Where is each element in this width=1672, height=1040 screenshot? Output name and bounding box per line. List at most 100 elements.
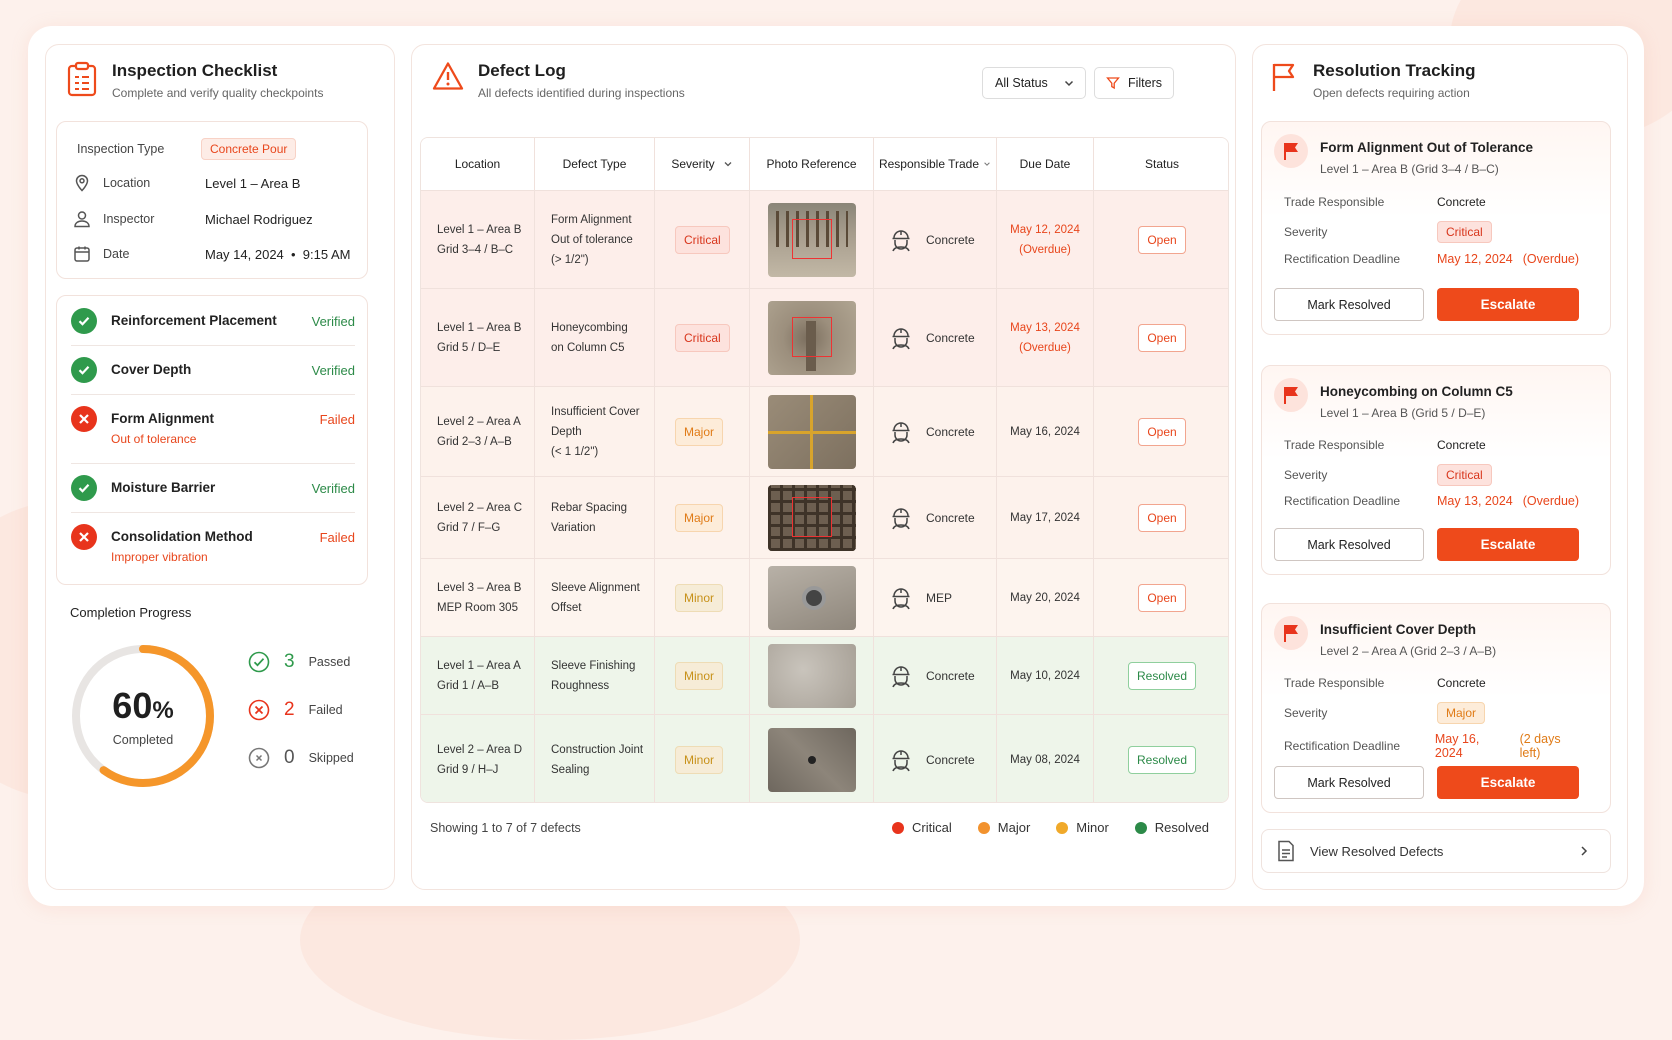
severity-badge: Major xyxy=(675,417,724,446)
row-defect-type: (> 1/2") xyxy=(551,253,589,266)
checklist-item[interactable]: Reinforcement Placement Verified xyxy=(71,308,355,334)
row-location-2: Grid 9 / H–J xyxy=(437,763,499,776)
inspection-info-card: Inspection Type Concrete Pour Location L… xyxy=(56,121,368,279)
x-circle-icon xyxy=(71,406,97,432)
user-icon xyxy=(74,211,90,228)
checklist-item[interactable]: Form Alignment Out of tolerance Failed xyxy=(71,406,355,446)
x-circle-icon xyxy=(71,524,97,550)
table-row[interactable]: Level 2 – Area D Grid 9 / H–J Constructio… xyxy=(421,714,1228,802)
deadline-note: (Overdue) xyxy=(1522,252,1580,266)
defect-photo-thumbnail[interactable] xyxy=(768,565,856,630)
item-status: Failed xyxy=(319,412,355,427)
check-circle-icon xyxy=(71,357,97,383)
defect-photo-thumbnail[interactable] xyxy=(768,484,856,551)
mark-resolved-button[interactable]: Mark Resolved xyxy=(1274,288,1424,321)
table-row[interactable]: Level 1 – Area B Grid 5 / D–E Honeycombin… xyxy=(421,288,1228,386)
document-list-icon xyxy=(1278,840,1294,862)
stat-skipped: 0 Skipped xyxy=(248,747,354,769)
col-defect-type[interactable]: Defect Type xyxy=(535,138,655,190)
table-row[interactable]: Level 2 – Area A Grid 2–3 / A–B Insuffici… xyxy=(421,386,1228,476)
completion-progress-title: Completion Progress xyxy=(70,605,192,620)
checklist-item[interactable]: Cover Depth Verified xyxy=(71,357,355,383)
defect-photo-thumbnail[interactable] xyxy=(768,643,856,708)
hardhat-worker-icon xyxy=(892,507,910,529)
check-circle-icon xyxy=(71,308,97,334)
row-location-2: Grid 3–4 / B–C xyxy=(437,243,514,256)
hardhat-worker-icon xyxy=(892,749,910,771)
legend-label: Major xyxy=(997,820,1031,835)
view-resolved-defects-link[interactable]: View Resolved Defects xyxy=(1261,829,1611,873)
red-flag-badge-icon xyxy=(1274,378,1308,412)
legend-major: Major xyxy=(977,820,1031,835)
hardhat-worker-icon xyxy=(892,587,910,609)
row-defect-type: (< 1 1/2") xyxy=(551,445,599,458)
failed-count: 2 xyxy=(284,699,295,720)
row-location-1: Level 2 – Area A xyxy=(437,415,521,428)
checklist-item[interactable]: Moisture Barrier Verified xyxy=(71,475,355,501)
item-note: Improper vibration xyxy=(111,550,208,564)
row-defect-type: Variation xyxy=(551,521,596,534)
info-row-inspector: Inspector Michael Rodriguez xyxy=(73,210,313,228)
row-defect-type: Form Alignment xyxy=(551,213,632,226)
resolution-header: Resolution Tracking Open defects requiri… xyxy=(1269,61,1475,100)
legend-dot xyxy=(977,821,990,834)
status-badge: Open xyxy=(1138,503,1186,532)
row-due-date: May 16, 2024 xyxy=(1010,425,1080,438)
row-due-date: May 17, 2024 xyxy=(1010,511,1080,524)
defect-photo-thumbnail[interactable] xyxy=(768,300,856,375)
deadline-label: Rectification Deadline xyxy=(1284,252,1401,266)
severity-label: Severity xyxy=(1284,225,1328,239)
defect-photo-thumbnail[interactable] xyxy=(768,202,856,277)
col-severity[interactable]: Severity xyxy=(655,138,750,190)
mark-resolved-button[interactable]: Mark Resolved xyxy=(1274,528,1424,561)
filters-button[interactable]: Filters xyxy=(1094,67,1174,99)
escalate-button[interactable]: Escalate xyxy=(1437,528,1579,561)
checklist-item[interactable]: Consolidation Method Improper vibration F… xyxy=(71,524,355,564)
info-row-location: Location Level 1 – Area B xyxy=(73,174,300,192)
status-filter-select[interactable]: All Status xyxy=(982,67,1086,99)
row-defect-type: Out of tolerance xyxy=(551,233,633,246)
table-row[interactable]: Level 3 – Area B MEP Room 305 Sleeve Alig… xyxy=(421,558,1228,636)
table-row[interactable]: Level 1 – Area B Grid 3–4 / B–C Form Alig… xyxy=(421,190,1228,288)
check-outline-icon xyxy=(248,651,270,673)
trade-label: Trade Responsible xyxy=(1284,438,1385,452)
deadline-value: May 16, 2024 xyxy=(1434,732,1480,760)
col-due-date[interactable]: Due Date xyxy=(997,138,1094,190)
row-trade: Concrete xyxy=(926,330,975,345)
card-location: Level 1 – Area B (Grid 3–4 / B–C) xyxy=(1320,162,1499,176)
escalate-button[interactable]: Escalate xyxy=(1437,288,1579,321)
table-row[interactable]: Level 2 – Area C Grid 7 / F–G Rebar Spaci… xyxy=(421,476,1228,558)
trade-value: Concrete xyxy=(1437,438,1486,452)
col-status[interactable]: Status xyxy=(1094,138,1228,190)
item-note: Out of tolerance xyxy=(111,432,197,446)
severity-badge: Minor xyxy=(675,583,724,612)
defect-log-subtitle: All defects identified during inspection… xyxy=(478,86,685,100)
hardhat-worker-icon xyxy=(892,665,910,687)
row-defect-type: Sleeve Alignment xyxy=(551,581,640,594)
row-due-date: May 10, 2024 xyxy=(1010,669,1080,682)
filters-label: Filters xyxy=(1127,76,1163,90)
legend-critical: Critical xyxy=(892,820,952,835)
row-trade: MEP xyxy=(926,590,953,605)
row-location-1: Level 1 – Area B xyxy=(437,223,522,236)
legend-minor: Minor xyxy=(1056,820,1109,835)
item-name: Cover Depth xyxy=(111,362,192,377)
table-row[interactable]: Level 1 – Area A Grid 1 / A–B Sleeve Fini… xyxy=(421,636,1228,714)
mark-resolved-button[interactable]: Mark Resolved xyxy=(1274,766,1424,799)
escalate-button[interactable]: Escalate xyxy=(1437,766,1579,799)
defect-log-header: Defect Log All defects identified during… xyxy=(432,61,685,100)
col-location[interactable]: Location xyxy=(421,138,535,190)
checklist-header: Inspection Checklist Complete and verify… xyxy=(66,61,323,100)
table-header-row: Location Defect Type Severity Photo Refe… xyxy=(421,138,1228,190)
skip-outline-icon xyxy=(248,747,270,769)
info-row-type: Inspection Type Concrete Pour xyxy=(73,138,297,160)
defect-photo-thumbnail[interactable] xyxy=(768,727,856,792)
defect-photo-thumbnail[interactable] xyxy=(768,394,856,469)
percent-sign: % xyxy=(152,697,174,724)
status-badge: Open xyxy=(1138,417,1186,446)
row-location-2: MEP Room 305 xyxy=(437,601,518,614)
row-location-1: Level 2 – Area C xyxy=(437,501,523,514)
resolution-title: Resolution Tracking xyxy=(1313,61,1476,80)
col-photo-reference[interactable]: Photo Reference xyxy=(750,138,874,190)
col-responsible-trade[interactable]: Responsible Trade xyxy=(874,138,997,190)
